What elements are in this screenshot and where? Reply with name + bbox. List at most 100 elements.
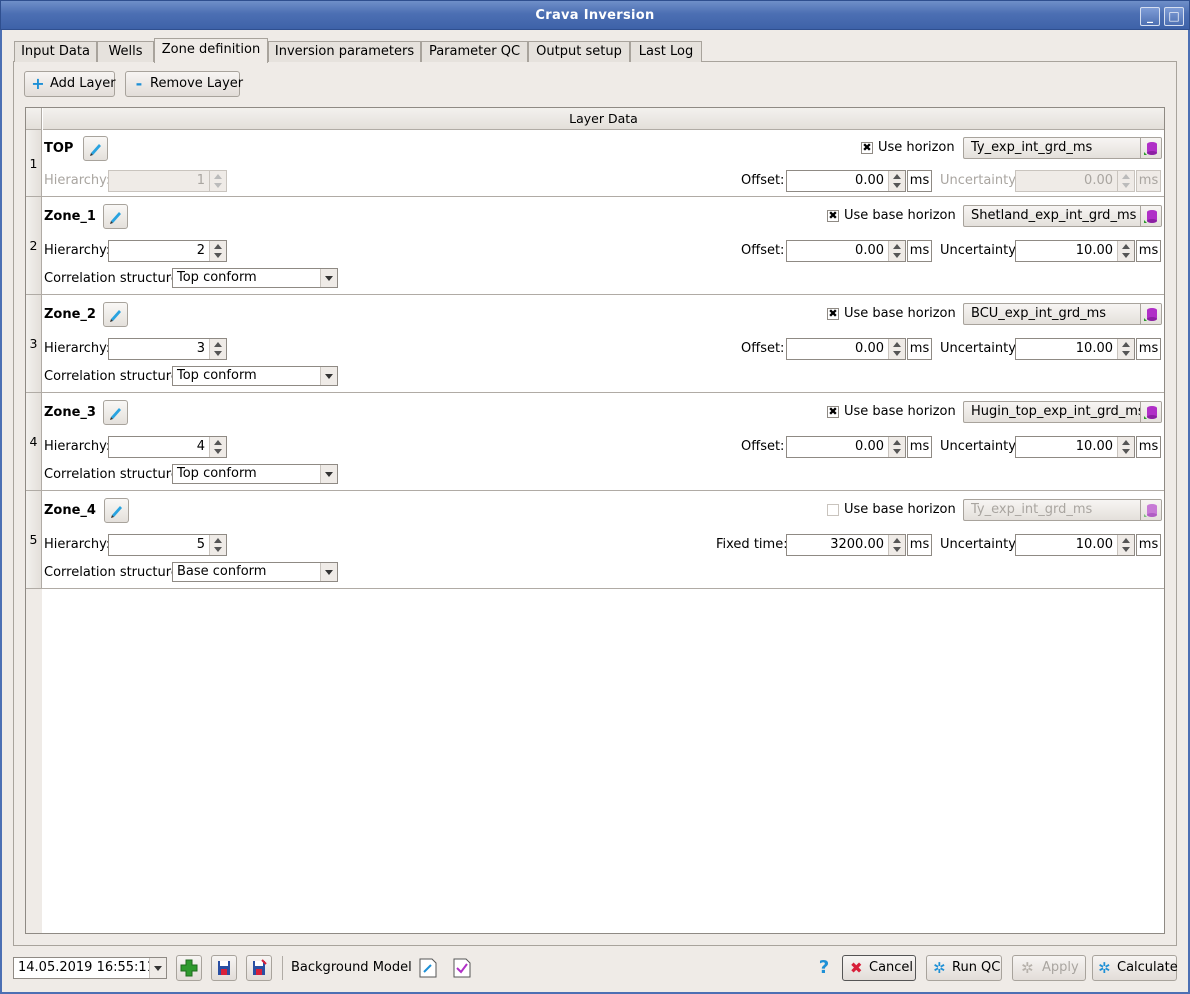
chevron-down-icon [320, 367, 337, 385]
horizon-selector[interactable]: Ty_exp_int_grd_ms [963, 137, 1162, 159]
row-number-1[interactable]: 1 [26, 130, 42, 197]
edit-name-button[interactable] [103, 400, 128, 425]
spin-arrows[interactable] [209, 171, 226, 191]
pencil-icon [110, 310, 121, 322]
correlation-dropdown[interactable]: Top conform [172, 464, 338, 484]
fixed-time-spinbox[interactable]: 3200.00 [786, 534, 906, 556]
edit-name-button[interactable] [104, 498, 129, 523]
calculate-button[interactable]: ✲ Calculate [1092, 955, 1178, 981]
offset-spinbox[interactable]: 0.00 [786, 170, 906, 192]
use-base-horizon-checkbox[interactable]: ✖ [827, 406, 839, 418]
tab-last-log[interactable]: Last Log [630, 41, 702, 62]
timestamp-dropdown[interactable]: 14.05.2019 16:55:11 [13, 957, 167, 979]
hierarchy-label: Hierarchy: [44, 243, 111, 258]
hierarchy-value: 5 [196, 537, 205, 552]
save-button[interactable] [211, 955, 237, 981]
apply-button[interactable]: ✲ Apply [1012, 955, 1086, 981]
tab-zone-definition[interactable]: Zone definition [154, 38, 268, 63]
tab-wells[interactable]: Wells [97, 41, 154, 62]
spin-arrows[interactable] [1117, 535, 1134, 555]
help-icon[interactable]: ? [816, 958, 832, 978]
spin-arrows[interactable] [1117, 171, 1134, 191]
use-base-horizon-checkbox[interactable]: ✖ [827, 210, 839, 222]
browse-horizon-button[interactable] [1140, 138, 1161, 158]
tab-inversion-parameters[interactable]: Inversion parameters [268, 41, 421, 62]
spin-arrows[interactable] [1117, 339, 1134, 359]
hierarchy-label: Hierarchy: [44, 341, 111, 356]
row-number-3[interactable]: 3 [26, 295, 42, 393]
uncertainty-spinbox[interactable]: 10.00 [1015, 240, 1135, 262]
add-project-button[interactable] [176, 955, 202, 981]
hierarchy-spinbox[interactable]: 4 [108, 436, 227, 458]
horizon-selector[interactable]: Ty_exp_int_grd_ms [963, 499, 1162, 521]
add-layer-button[interactable]: + Add Layer [24, 71, 116, 97]
uncertainty-spinbox[interactable]: 0.00 [1015, 170, 1135, 192]
offset-spinbox[interactable]: 0.00 [786, 338, 906, 360]
row-number-4[interactable]: 4 [26, 393, 42, 491]
spin-arrows[interactable] [1117, 437, 1134, 457]
hierarchy-value: 1 [196, 173, 205, 188]
use-horizon-checkbox[interactable]: ✖ [861, 142, 873, 154]
correlation-dropdown[interactable]: Top conform [172, 268, 338, 288]
spin-arrows[interactable] [888, 437, 905, 457]
edit-name-button[interactable] [83, 136, 108, 161]
use-base-horizon-checkbox[interactable] [827, 504, 839, 516]
background-model-check-button[interactable] [451, 955, 473, 979]
cancel-button[interactable]: ✖ Cancel [842, 955, 916, 981]
use-base-horizon-label: Use base horizon [844, 404, 956, 419]
tab-parameter-qc[interactable]: Parameter QC [421, 41, 528, 62]
browse-horizon-button[interactable] [1140, 304, 1161, 324]
horizon-selector[interactable]: Hugin_top_exp_int_grd_ms [963, 401, 1162, 423]
hierarchy-spinbox[interactable]: 5 [108, 534, 227, 556]
uncertainty-value: 10.00 [1075, 439, 1113, 454]
spin-arrows[interactable] [888, 171, 905, 191]
horizon-name: Hugin_top_exp_int_grd_ms [971, 404, 1145, 419]
edit-name-button[interactable] [103, 204, 128, 229]
spin-arrows[interactable] [209, 339, 226, 359]
hierarchy-spinbox[interactable]: 2 [108, 240, 227, 262]
spin-arrows[interactable] [1117, 241, 1134, 261]
use-base-horizon-label: Use base horizon [844, 208, 956, 223]
spin-arrows[interactable] [888, 339, 905, 359]
row-number-2[interactable]: 2 [26, 197, 42, 295]
maximize-button[interactable]: □ [1164, 7, 1184, 26]
spin-arrows[interactable] [209, 535, 226, 555]
hierarchy-spinbox[interactable]: 3 [108, 338, 227, 360]
correlation-dropdown[interactable]: Top conform [172, 366, 338, 386]
tab-output-setup[interactable]: Output setup [528, 41, 630, 62]
uncertainty-spinbox[interactable]: 10.00 [1015, 436, 1135, 458]
remove-layer-button[interactable]: - Remove Layer [125, 71, 243, 97]
horizon-selector[interactable]: Shetland_exp_int_grd_ms [963, 205, 1162, 227]
save-as-button[interactable] [246, 955, 272, 981]
spin-arrows[interactable] [209, 437, 226, 457]
window-titlebar[interactable]: Crava Inversion _ □ [0, 0, 1190, 30]
use-base-horizon-checkbox[interactable]: ✖ [827, 308, 839, 320]
correlation-dropdown[interactable]: Base conform [172, 562, 338, 582]
hierarchy-spinbox[interactable]: 1 [108, 170, 227, 192]
spin-arrows[interactable] [888, 535, 905, 555]
offset-spinbox[interactable]: 0.00 [786, 240, 906, 262]
fixed-time-unit: ms [907, 534, 932, 556]
uncertainty-label: Uncertainty: [940, 243, 1020, 258]
row-number-5[interactable]: 5 [26, 491, 42, 589]
offset-spinbox[interactable]: 0.00 [786, 436, 906, 458]
browse-horizon-button[interactable] [1140, 206, 1161, 226]
minimize-button[interactable]: _ [1140, 7, 1160, 26]
tab-input-data[interactable]: Input Data [14, 41, 97, 62]
browse-horizon-button[interactable] [1140, 500, 1161, 520]
maximize-icon: □ [1168, 9, 1180, 23]
horizon-selector[interactable]: BCU_exp_int_grd_ms [963, 303, 1162, 325]
uncertainty-spinbox[interactable]: 10.00 [1015, 534, 1135, 556]
toolbar-separator [282, 956, 283, 980]
row-separator [42, 294, 1164, 295]
background-model-edit-button[interactable] [417, 955, 439, 979]
offset-value: 0.00 [855, 243, 884, 258]
uncertainty-value: 0.00 [1084, 173, 1113, 188]
run-qc-button[interactable]: ✲ Run QC [926, 955, 1002, 981]
uncertainty-spinbox[interactable]: 10.00 [1015, 338, 1135, 360]
spin-arrows[interactable] [209, 241, 226, 261]
edit-name-button[interactable] [103, 302, 128, 327]
spin-arrows[interactable] [888, 241, 905, 261]
browse-horizon-button[interactable] [1140, 402, 1161, 422]
window-title: Crava Inversion [535, 8, 655, 23]
